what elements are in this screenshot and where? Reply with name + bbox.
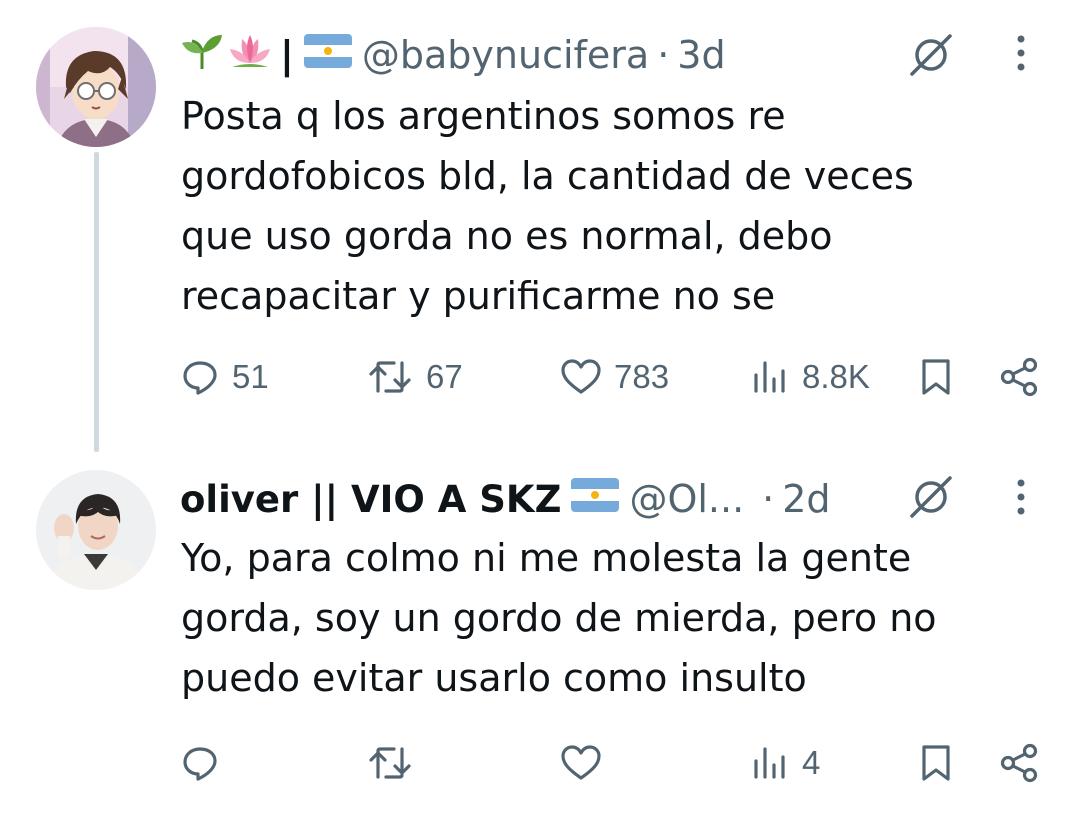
views-chart-icon bbox=[754, 361, 785, 393]
share-button[interactable] bbox=[998, 738, 1040, 788]
tweet-timestamp[interactable]: 2d bbox=[782, 477, 830, 521]
tweet-header: | @babynucifera · 3d bbox=[180, 30, 726, 80]
tweet-text: Posta q los argentinos somos re gordofob… bbox=[181, 94, 914, 318]
like-button[interactable]: 783 bbox=[560, 352, 669, 402]
grok-icon[interactable] bbox=[906, 472, 956, 522]
reply-icon bbox=[183, 361, 217, 395]
name-separator: | bbox=[280, 33, 294, 77]
reply-count: 51 bbox=[232, 358, 269, 395]
tweet-text: Yo, para colmo ni me molesta la gente go… bbox=[181, 536, 937, 700]
bookmark-button[interactable] bbox=[916, 352, 956, 402]
views-button[interactable]: 4 bbox=[750, 738, 820, 788]
views-count: 8.8K bbox=[802, 358, 870, 395]
heart-icon bbox=[561, 745, 601, 780]
thread-connector-line bbox=[94, 152, 99, 452]
retweet-count: 67 bbox=[426, 358, 463, 395]
tweet-timestamp[interactable]: 3d bbox=[677, 33, 725, 77]
views-chart-icon bbox=[754, 747, 785, 779]
like-button[interactable] bbox=[560, 738, 614, 788]
reply-icon bbox=[183, 747, 217, 781]
views-button[interactable]: 8.8K bbox=[750, 352, 870, 402]
bookmark-button[interactable] bbox=[916, 738, 956, 788]
retweet-button[interactable] bbox=[366, 738, 426, 788]
bookmark-icon bbox=[922, 745, 950, 781]
share-button[interactable] bbox=[998, 352, 1040, 402]
tweet-actions: 4 bbox=[180, 738, 1060, 788]
retweet-icon bbox=[369, 747, 411, 779]
tweet-2[interactable]: oliver || VIO A SKZ @Ol... · 2d Yo, para… bbox=[0, 440, 1080, 814]
avatar[interactable] bbox=[36, 470, 156, 590]
reply-button[interactable]: 51 bbox=[180, 352, 269, 402]
lotus-icon bbox=[228, 33, 272, 78]
user-handle[interactable]: @babynucifera bbox=[362, 33, 649, 77]
bookmark-icon bbox=[922, 359, 950, 395]
views-count: 4 bbox=[802, 744, 821, 781]
like-count: 783 bbox=[614, 358, 670, 395]
more-vertical-icon[interactable] bbox=[1006, 28, 1036, 78]
header-dot-separator: · bbox=[657, 33, 670, 77]
user-display-name[interactable]: oliver || VIO A SKZ bbox=[180, 478, 561, 521]
heart-icon bbox=[561, 359, 601, 394]
tweet-1[interactable]: | @babynucifera · 3d Posta q los argenti… bbox=[0, 0, 1080, 452]
argentina-flag-icon bbox=[303, 33, 352, 77]
retweet-icon bbox=[369, 361, 411, 393]
share-icon bbox=[1000, 357, 1038, 397]
share-icon bbox=[1000, 743, 1038, 783]
tweet-actions: 51 67 783 8.8K bbox=[180, 352, 1060, 402]
reply-button[interactable] bbox=[180, 738, 232, 788]
user-handle[interactable]: @Ol... bbox=[629, 477, 744, 521]
seedling-icon bbox=[180, 33, 224, 78]
avatar[interactable] bbox=[36, 27, 156, 147]
argentina-flag-icon bbox=[571, 477, 620, 521]
tweet-header: oliver || VIO A SKZ @Ol... · 2d bbox=[180, 474, 831, 524]
retweet-button[interactable]: 67 bbox=[366, 352, 463, 402]
header-dot-separator: · bbox=[762, 477, 775, 521]
user-name-emojis[interactable]: | bbox=[180, 33, 352, 78]
more-vertical-icon[interactable] bbox=[1006, 472, 1036, 522]
grok-icon[interactable] bbox=[906, 30, 956, 80]
